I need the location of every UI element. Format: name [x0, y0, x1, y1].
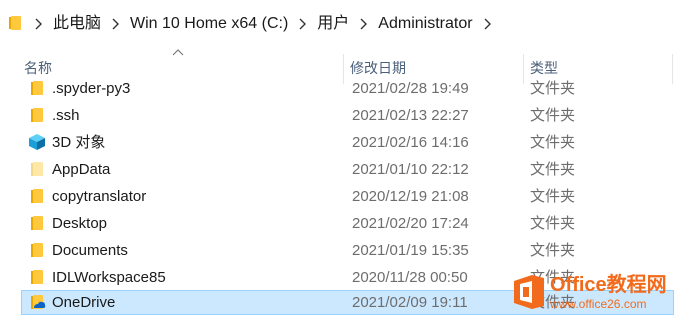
file-list-row[interactable]: Documents 2021/01/19 15:35 文件夹	[21, 238, 674, 263]
file-date-modified: 2021/02/20 17:24	[352, 215, 469, 232]
file-list-row[interactable]: 3D 对象 2021/02/16 14:16 文件夹	[21, 130, 674, 155]
file-name: IDLWorkspace85	[52, 269, 166, 286]
file-date-modified: 2020/12/19 21:08	[352, 188, 469, 205]
folder-icon	[31, 243, 43, 257]
watermark: Office教程网 www.office26.com	[512, 272, 674, 321]
file-type: 文件夹	[530, 107, 576, 124]
file-explorer-window: 此电脑 Win 10 Home x64 (C:) 用户 Administrato…	[0, 0, 674, 321]
file-list-row[interactable]: AppData 2021/01/10 22:12 文件夹	[21, 157, 674, 182]
file-name: .spyder-py3	[52, 80, 131, 97]
file-name: OneDrive	[52, 294, 116, 311]
breadcrumb: 此电脑 Win 10 Home x64 (C:) 用户 Administrato…	[30, 0, 499, 48]
file-name: Desktop	[52, 215, 108, 232]
file-name: 3D 对象	[52, 134, 106, 151]
folder-icon	[31, 189, 43, 203]
office-logo-icon	[514, 275, 544, 309]
breadcrumb-item-drive[interactable]: Win 10 Home x64 (C:)	[127, 0, 294, 48]
file-list-row[interactable]: .spyder-py3 2021/02/28 19:49 文件夹	[21, 76, 674, 101]
chevron-right-icon[interactable]	[30, 0, 50, 48]
folder-icon	[9, 16, 21, 30]
file-date-modified: 2021/02/28 19:49	[352, 80, 469, 97]
file-type: 文件夹	[530, 188, 576, 205]
hidden-folder-icon	[31, 162, 43, 176]
folder-icon	[31, 270, 43, 284]
file-name: Documents	[52, 242, 128, 259]
file-type: 文件夹	[530, 80, 576, 97]
file-list-row[interactable]: .ssh 2021/02/13 22:27 文件夹	[21, 103, 674, 128]
folder-icon	[31, 108, 43, 122]
breadcrumb-item-administrator[interactable]: Administrator	[375, 0, 478, 48]
folder-icon	[31, 216, 43, 230]
file-type: 文件夹	[530, 134, 576, 151]
file-list-row[interactable]: Desktop 2021/02/20 17:24 文件夹	[21, 211, 674, 236]
3d-objects-icon	[29, 134, 45, 150]
onedrive-folder-icon	[31, 295, 46, 309]
breadcrumb-item-users[interactable]: 用户	[314, 0, 355, 48]
chevron-right-icon[interactable]	[355, 0, 375, 48]
address-bar[interactable]: 此电脑 Win 10 Home x64 (C:) 用户 Administrato…	[0, 0, 674, 48]
file-name: AppData	[52, 161, 111, 178]
breadcrumb-item-this-pc[interactable]: 此电脑	[50, 0, 107, 48]
watermark-title: Office教程网	[550, 274, 667, 296]
file-name: copytranslator	[52, 188, 147, 205]
watermark-url: www.office26.com	[550, 297, 647, 311]
file-date-modified: 2021/01/19 15:35	[352, 242, 469, 259]
file-date-modified: 2020/11/28 00:50	[352, 269, 468, 286]
file-type: 文件夹	[530, 215, 576, 232]
file-name: .ssh	[52, 107, 80, 124]
chevron-right-icon[interactable]	[107, 0, 127, 48]
chevron-right-icon[interactable]	[479, 0, 499, 48]
file-list-row[interactable]: copytranslator 2020/12/19 21:08 文件夹	[21, 184, 674, 209]
file-type: 文件夹	[530, 161, 576, 178]
chevron-right-icon[interactable]	[294, 0, 314, 48]
file-date-modified: 2021/02/13 22:27	[352, 107, 469, 124]
file-date-modified: 2021/01/10 22:12	[352, 161, 469, 178]
folder-icon	[31, 81, 43, 95]
file-date-modified: 2021/02/09 19:11	[352, 294, 468, 311]
file-type: 文件夹	[530, 242, 576, 259]
file-date-modified: 2021/02/16 14:16	[352, 134, 469, 151]
